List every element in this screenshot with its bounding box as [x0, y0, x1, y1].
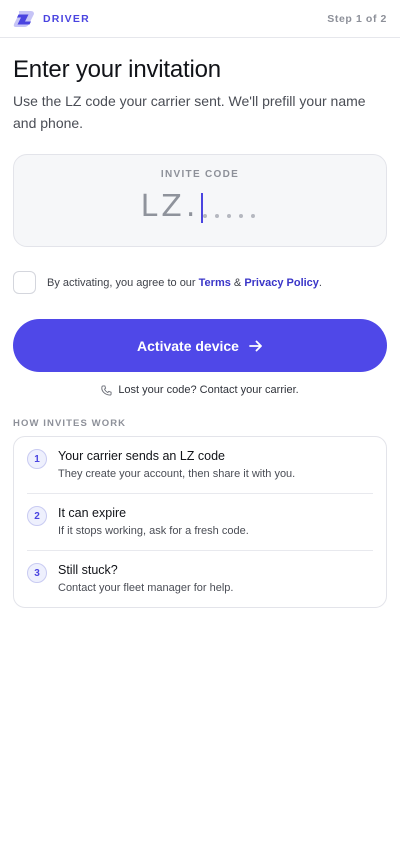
list-item-body: It can expire If it stops working, ask f… — [58, 505, 249, 539]
list-item-desc: Contact your fleet manager for help. — [58, 582, 234, 594]
code-slot[interactable] — [199, 190, 211, 224]
lz-logo-icon — [13, 10, 34, 27]
brand: DRIVER — [13, 10, 90, 28]
list-item: 1 Your carrier sends an LZ code They cre… — [27, 437, 373, 494]
code-slot[interactable] — [235, 190, 247, 224]
activate-device-button[interactable]: Activate device — [13, 319, 387, 372]
step-number-badge: 1 — [27, 449, 47, 469]
lost-code-link[interactable]: Lost your code? Contact your carrier. — [13, 384, 387, 396]
list-item-body: Your carrier sends an LZ code They creat… — [58, 448, 295, 482]
code-slot[interactable] — [211, 190, 223, 224]
how-invites-title: HOW INVITES WORK — [13, 418, 127, 429]
invite-code-input[interactable]: INVITE CODE LZ. — [13, 154, 387, 247]
code-slot-dot — [215, 214, 220, 218]
invite-code-label: INVITE CODE — [160, 169, 240, 180]
main-content: Enter your invitation Use the LZ code yo… — [0, 56, 400, 608]
code-slot-dot — [239, 214, 244, 218]
agreement-row: By activating, you agree to our Terms & … — [13, 271, 387, 294]
agreement-amp: & — [230, 276, 245, 289]
code-slot-dot — [251, 214, 256, 218]
activate-device-label: Activate device — [137, 337, 239, 354]
page-title: Enter your invitation — [13, 56, 221, 83]
invite-code-row[interactable]: LZ. — [141, 190, 260, 224]
agreement-text: By activating, you agree to our Terms & … — [47, 277, 322, 289]
list-item-body: Still stuck? Contact your fleet manager … — [58, 562, 233, 596]
step-indicator: Step 1 of 2 — [327, 12, 387, 25]
code-slot[interactable] — [247, 190, 259, 224]
code-slot[interactable] — [223, 190, 235, 224]
page-subtitle: Use the LZ code your carrier sent. We'll… — [13, 93, 366, 131]
agreement-text-before: By activating, you agree to our — [47, 276, 199, 289]
text-caret — [201, 193, 204, 223]
invite-code-prefix: LZ. — [140, 189, 200, 224]
step-number-badge: 2 — [27, 506, 47, 526]
list-item-title: It can expire — [58, 506, 127, 520]
lost-code-text: Lost your code? Contact your carrier. — [118, 384, 299, 396]
list-item-title: Still stuck? — [58, 563, 118, 577]
agreement-text-after: . — [318, 276, 322, 289]
code-slot-dot — [227, 214, 232, 218]
list-item-title: Your carrier sends an LZ code — [58, 449, 225, 463]
agreement-checkbox[interactable] — [13, 271, 36, 294]
list-item: 3 Still stuck? Contact your fleet manage… — [27, 551, 373, 607]
terms-link[interactable]: Terms — [199, 277, 231, 289]
how-invites-card: 1 Your carrier sends an LZ code They cre… — [13, 436, 387, 608]
privacy-policy-link[interactable]: Privacy Policy — [244, 277, 319, 289]
brand-name: DRIVER — [43, 12, 90, 25]
phone-icon — [101, 384, 112, 396]
code-slot-dot — [203, 214, 208, 218]
list-item-desc: If it stops working, ask for a fresh cod… — [58, 525, 249, 537]
list-item: 2 It can expire If it stops working, ask… — [27, 494, 373, 551]
list-item-desc: They create your account, then share it … — [58, 468, 296, 480]
arrow-right-icon — [249, 340, 262, 351]
step-number-badge: 3 — [27, 563, 47, 583]
top-bar: DRIVER Step 1 of 2 — [0, 0, 400, 38]
